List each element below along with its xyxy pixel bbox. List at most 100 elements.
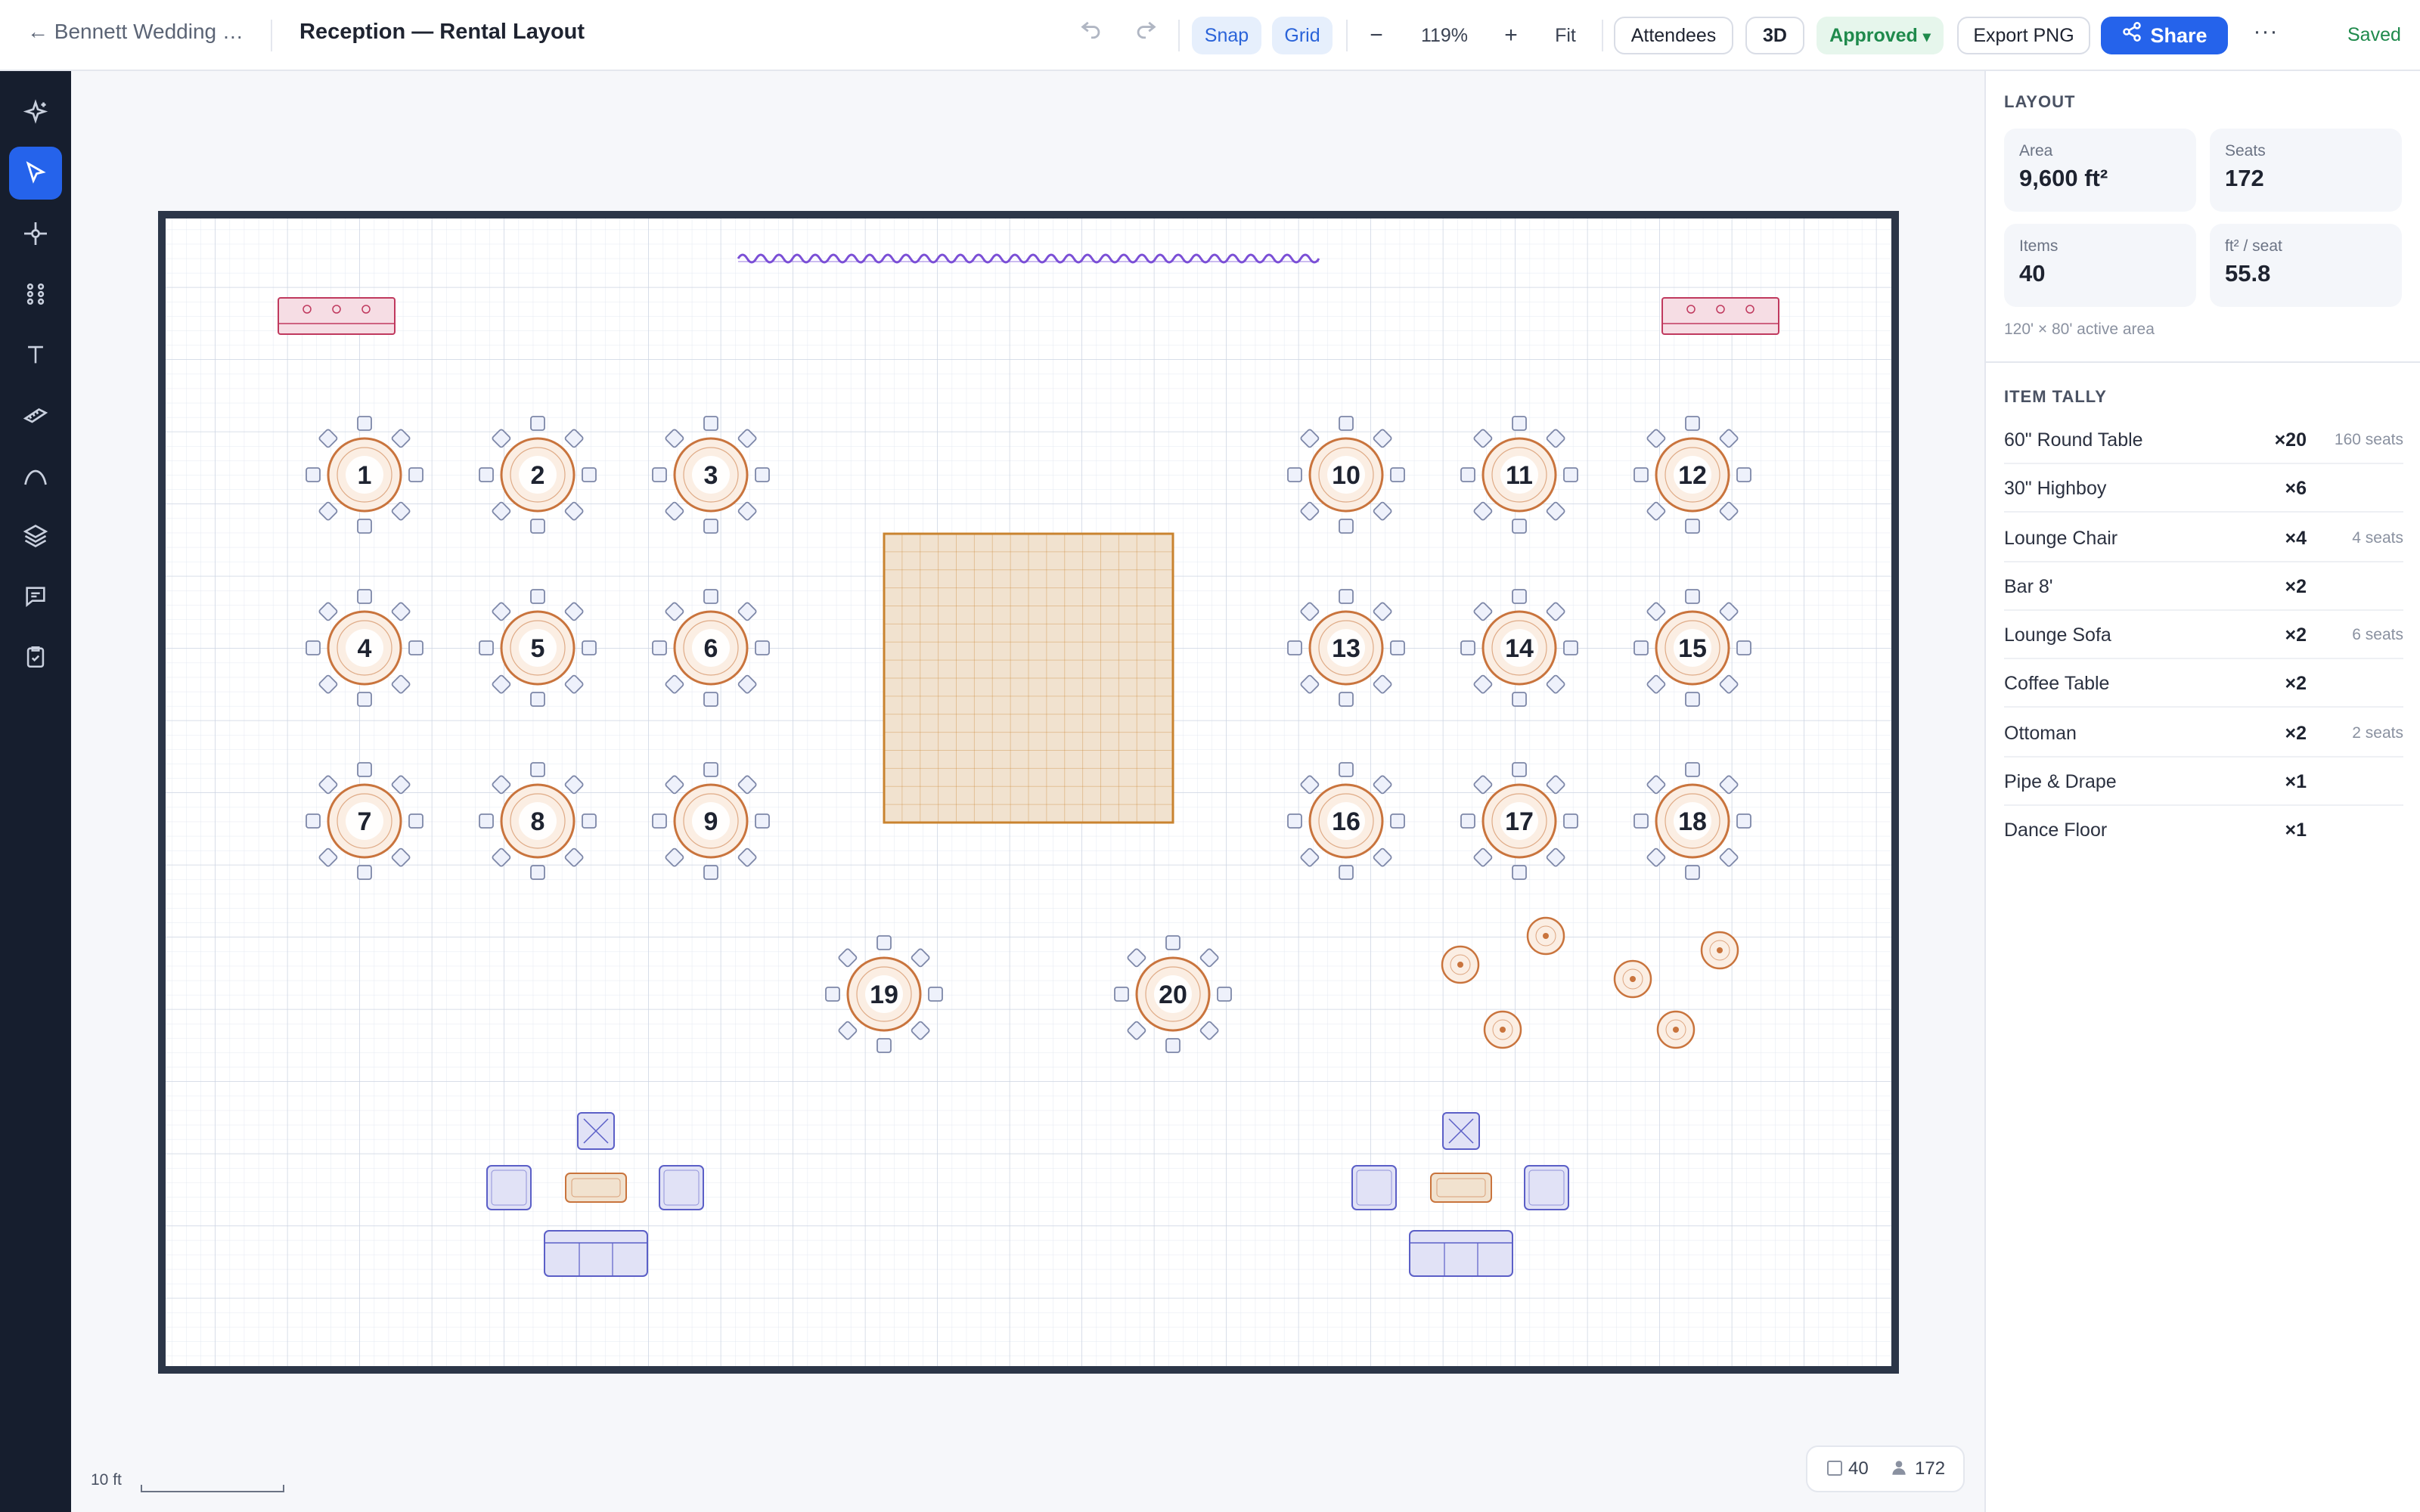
chair[interactable] xyxy=(1287,467,1302,482)
chair[interactable] xyxy=(530,589,545,604)
share-button[interactable]: Share xyxy=(2101,17,2228,54)
chair[interactable] xyxy=(825,987,840,1002)
chair[interactable] xyxy=(357,416,372,431)
chair[interactable] xyxy=(652,813,667,829)
chair[interactable] xyxy=(1287,640,1302,655)
zoom-level[interactable]: 119% xyxy=(1408,17,1481,54)
chair[interactable] xyxy=(1339,589,1354,604)
chair[interactable] xyxy=(1736,640,1751,655)
chair[interactable] xyxy=(1634,813,1649,829)
attendees-button[interactable]: Attendees xyxy=(1614,17,1733,54)
chair[interactable] xyxy=(357,865,372,880)
chair[interactable] xyxy=(357,692,372,707)
chair[interactable] xyxy=(755,813,770,829)
chair[interactable] xyxy=(703,692,718,707)
grid-toggle[interactable]: Grid xyxy=(1272,17,1333,54)
ottoman[interactable] xyxy=(1442,1112,1480,1150)
chair[interactable] xyxy=(530,762,545,777)
chair[interactable] xyxy=(530,865,545,880)
highboy-table[interactable] xyxy=(1613,959,1652,999)
chair[interactable] xyxy=(1685,416,1700,431)
zoom-in-button[interactable]: + xyxy=(1493,17,1529,54)
chair[interactable] xyxy=(1339,762,1354,777)
status-dropdown[interactable]: Approved ▾ xyxy=(1817,17,1944,54)
chair[interactable] xyxy=(530,416,545,431)
snap-toggle[interactable]: Snap xyxy=(1192,17,1261,54)
chair[interactable] xyxy=(652,640,667,655)
chair[interactable] xyxy=(1512,519,1527,534)
text-icon[interactable] xyxy=(9,328,62,381)
select-icon[interactable] xyxy=(9,147,62,200)
chair[interactable] xyxy=(357,589,372,604)
tally-row[interactable]: Pipe & Drape ×1 xyxy=(2004,758,2403,806)
curve-icon[interactable] xyxy=(9,449,62,502)
chair[interactable] xyxy=(755,640,770,655)
node-icon[interactable] xyxy=(9,207,62,260)
magic-icon[interactable] xyxy=(9,86,62,139)
chair[interactable] xyxy=(1634,467,1649,482)
chair[interactable] xyxy=(1390,813,1405,829)
chair[interactable] xyxy=(1685,692,1700,707)
chair[interactable] xyxy=(1460,813,1475,829)
ottoman[interactable] xyxy=(577,1112,615,1150)
tally-row[interactable]: Ottoman ×2 2 seats xyxy=(2004,709,2403,758)
redo-icon[interactable] xyxy=(1133,15,1159,48)
coffee-table[interactable] xyxy=(565,1173,627,1203)
chair[interactable] xyxy=(1390,467,1405,482)
chair[interactable] xyxy=(1512,416,1527,431)
lounge-chair[interactable] xyxy=(1524,1165,1569,1210)
floorplan-canvas[interactable]: 1 2 3 4 5 6 7 8 9 10 11 12 13 14 15 16 17 18 19 20 10 ft 40… xyxy=(71,71,1984,1512)
bar[interactable] xyxy=(1661,297,1779,335)
chair[interactable] xyxy=(1165,935,1181,950)
chair[interactable] xyxy=(479,640,494,655)
3d-button[interactable]: 3D xyxy=(1745,17,1804,54)
chair[interactable] xyxy=(582,467,597,482)
chair[interactable] xyxy=(1512,692,1527,707)
tally-row[interactable]: Bar 8' ×2 xyxy=(2004,562,2403,611)
ruler-icon[interactable] xyxy=(9,389,62,442)
chair[interactable] xyxy=(1634,640,1649,655)
back-link[interactable]: ← Bennett Wedding … xyxy=(27,20,244,44)
chair[interactable] xyxy=(357,519,372,534)
chair[interactable] xyxy=(703,416,718,431)
chair[interactable] xyxy=(1460,640,1475,655)
highboy-table[interactable] xyxy=(1441,945,1480,984)
dance-floor[interactable] xyxy=(883,532,1174,824)
chair[interactable] xyxy=(1390,640,1405,655)
chair[interactable] xyxy=(703,589,718,604)
chair[interactable] xyxy=(928,987,943,1002)
chair[interactable] xyxy=(530,519,545,534)
chair[interactable] xyxy=(1685,589,1700,604)
tally-row[interactable]: 60" Round Table ×20 160 seats xyxy=(2004,416,2403,464)
chair[interactable] xyxy=(1114,987,1129,1002)
chair[interactable] xyxy=(1736,467,1751,482)
highboy-table[interactable] xyxy=(1656,1010,1696,1049)
chair[interactable] xyxy=(876,935,892,950)
tally-row[interactable]: 30" Highboy ×6 xyxy=(2004,464,2403,513)
chair[interactable] xyxy=(479,467,494,482)
lounge-chair[interactable] xyxy=(659,1165,704,1210)
export-png-button[interactable]: Export PNG xyxy=(1957,17,2090,54)
more-menu-icon[interactable]: ··· xyxy=(2243,17,2288,54)
lounge-chair[interactable] xyxy=(486,1165,532,1210)
document-title[interactable]: Reception — Rental Layout xyxy=(299,20,585,45)
chair[interactable] xyxy=(1339,692,1354,707)
highboy-table[interactable] xyxy=(1700,931,1739,970)
chair[interactable] xyxy=(1460,467,1475,482)
chair[interactable] xyxy=(306,813,321,829)
tally-row[interactable]: Lounge Sofa ×2 6 seats xyxy=(2004,611,2403,659)
chair[interactable] xyxy=(357,762,372,777)
comment-icon[interactable] xyxy=(9,570,62,623)
lounge-sofa[interactable] xyxy=(544,1230,648,1277)
chair[interactable] xyxy=(408,640,424,655)
highboy-table[interactable] xyxy=(1483,1010,1522,1049)
chair[interactable] xyxy=(703,865,718,880)
chair[interactable] xyxy=(408,813,424,829)
zoom-out-button[interactable]: − xyxy=(1358,17,1395,54)
checklist-icon[interactable] xyxy=(9,631,62,683)
chair[interactable] xyxy=(479,813,494,829)
chair[interactable] xyxy=(1339,519,1354,534)
tally-row[interactable]: Lounge Chair ×4 4 seats xyxy=(2004,514,2403,562)
chair[interactable] xyxy=(755,467,770,482)
chair[interactable] xyxy=(1685,519,1700,534)
